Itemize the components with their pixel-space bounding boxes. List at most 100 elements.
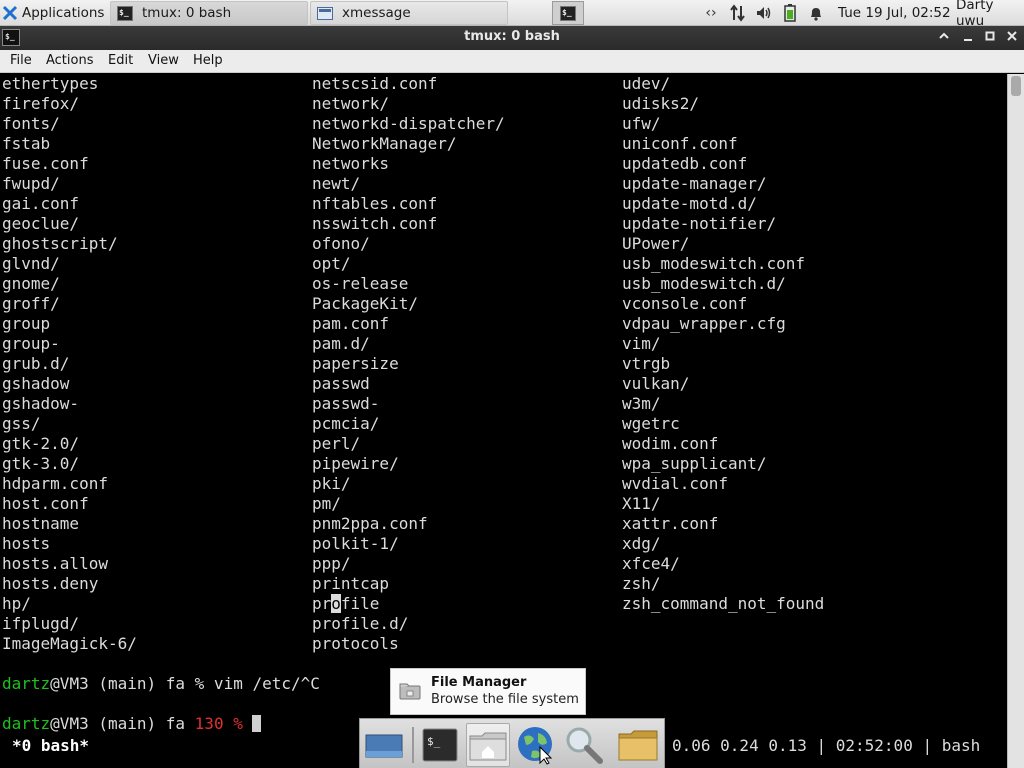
listing-entry: wodim.conf	[622, 434, 719, 453]
listing-entry: pam.d/	[312, 334, 370, 353]
listing-entry: usb_modeswitch.conf	[622, 254, 806, 273]
listing-entry: host.conf	[2, 494, 89, 513]
listing-entry: vim/	[622, 334, 661, 353]
listing-row: gtk-3.0/pipewire/wpa_supplicant/	[0, 454, 1007, 474]
close-icon[interactable]	[1002, 28, 1022, 48]
listing-entry: uniconf.conf	[622, 134, 738, 153]
menu-help[interactable]: Help	[193, 53, 223, 68]
menu-file[interactable]: File	[10, 53, 32, 68]
menu-edit[interactable]: Edit	[108, 53, 133, 68]
listing-row: gnome/os-release usb_modeswitch.d/	[0, 274, 1007, 294]
volume-icon[interactable]	[753, 4, 775, 22]
network-transfer-icon[interactable]: ‹›	[700, 4, 722, 22]
listing-row: geoclue/nsswitch.conf update-notifier/	[0, 214, 1007, 234]
file-manager-icon	[399, 683, 421, 700]
listing-entry: pcmcia/	[312, 414, 380, 433]
listing-row: groff/PackageKit/vconsole.conf	[0, 294, 1007, 314]
globe-icon	[518, 727, 553, 765]
tmux-window-tab[interactable]: *0 bash*	[12, 736, 89, 755]
listing-entry: network/	[312, 94, 390, 113]
menu-actions[interactable]: Actions	[46, 53, 94, 68]
scrollbar-thumb[interactable]	[1011, 76, 1021, 96]
listing-row: grub.d/papersize vtrgb	[0, 354, 1007, 374]
listing-row: gtk-2.0/perl/wodim.conf	[0, 434, 1007, 454]
applications-menu[interactable]: Applications	[0, 0, 108, 26]
minimize-up-icon[interactable]	[934, 28, 954, 48]
terminal-output[interactable]: ethertypes netscsid.conf udev/firefox/netw…	[0, 74, 1007, 768]
listing-row: fwupd/newt/update-manager/	[0, 174, 1007, 194]
listing-entry: w3m/	[622, 394, 661, 413]
updown-arrows-icon[interactable]	[727, 4, 749, 22]
taskbar-xmessage-button[interactable]: xmessage	[310, 1, 508, 25]
listing-row: hosts polkit-1/xdg/	[0, 534, 1007, 554]
listing-entry: pnm2ppa.conf	[312, 514, 428, 533]
battery-icon[interactable]	[781, 4, 799, 22]
listing-entry: opt/	[312, 254, 351, 273]
listing-entry: group-	[2, 334, 60, 353]
dock-web-browser[interactable]	[514, 723, 558, 767]
listing-entry: gai.conf	[2, 194, 80, 213]
dock-terminal[interactable]: $_	[418, 723, 462, 767]
listing-entry: polkit-1/	[312, 534, 399, 553]
svg-text:$_: $_	[427, 735, 441, 748]
listing-entry: nsswitch.conf	[312, 214, 438, 233]
listing-entry: passwd	[312, 374, 370, 393]
dock-show-desktop[interactable]	[362, 723, 406, 767]
listing-row: host.conf pm/X11/	[0, 494, 1007, 514]
dock-files-folder[interactable]	[616, 723, 660, 767]
folder-icon	[618, 730, 658, 761]
listing-entry: pm/	[312, 494, 341, 513]
listing-row: hostname pnm2ppa.conf xattr.conf	[0, 514, 1007, 534]
listing-row: hdparm.conf pki/wvdial.conf	[0, 474, 1007, 494]
listing-row: ImageMagick-6/protocols	[0, 634, 1007, 654]
maximize-icon[interactable]	[980, 28, 1000, 48]
listing-entry: profile	[312, 594, 380, 613]
listing-entry: hostname	[2, 514, 80, 533]
listing-entry: newt/	[312, 174, 361, 193]
listing-entry: udev/	[622, 74, 671, 93]
listing-entry: pki/	[312, 474, 351, 493]
notification-bell-icon[interactable]	[806, 4, 826, 22]
window-titlebar[interactable]: $_ tmux: 0 bash	[0, 26, 1024, 50]
listing-entry: vtrgb	[622, 354, 671, 373]
listing-row: hosts.deny printcap zsh/	[0, 574, 1007, 594]
listing-entry: protocols	[312, 634, 399, 653]
listing-entry: gss/	[2, 414, 41, 433]
listing-entry: vconsole.conf	[622, 294, 748, 313]
user-menu[interactable]: Darty uwu	[956, 0, 1024, 29]
dock-search[interactable]	[562, 723, 606, 767]
listing-entry: networks	[312, 154, 390, 173]
listing-entry: wgetrc	[622, 414, 680, 433]
listing-row: gss/pcmcia/wgetrc	[0, 414, 1007, 434]
listing-entry: usb_modeswitch.d/	[622, 274, 786, 293]
listing-entry: xdg/	[622, 534, 661, 553]
menu-view[interactable]: View	[148, 53, 179, 68]
listing-row: ethertypes netscsid.conf udev/	[0, 74, 1007, 94]
listing-entry: gshadow-	[2, 394, 80, 413]
listing-entry: groff/	[2, 294, 60, 313]
listing-row: fonts/networkd-dispatcher/ufw/	[0, 114, 1007, 134]
listing-entry: ImageMagick-6/	[2, 634, 137, 653]
listing-entry: hdparm.conf	[2, 474, 108, 493]
listing-entry: ifplugd/	[2, 614, 80, 633]
listing-entry: zsh_command_not_found	[622, 594, 825, 613]
listing-entry: os-release	[312, 274, 409, 293]
listing-entry: update-motd.d/	[622, 194, 757, 213]
listing-entry: firefox/	[2, 94, 80, 113]
window-icon	[317, 6, 333, 20]
workspace-switcher[interactable]: $_	[552, 1, 584, 25]
listing-entry: geoclue/	[2, 214, 80, 233]
home-folder-icon	[469, 732, 507, 761]
listing-entry: perl/	[312, 434, 361, 453]
dock-home-folder[interactable]	[466, 723, 510, 767]
terminal-scrollbar[interactable]	[1007, 74, 1024, 768]
listing-entry: xattr.conf	[622, 514, 719, 533]
taskbar-tmux-button[interactable]: $_ tmux: 0 bash	[110, 1, 308, 25]
listing-entry: ethertypes	[2, 74, 99, 93]
clock[interactable]: Tue 19 Jul, 02:52	[838, 0, 951, 26]
listing-row: hosts.allow ppp/xfce4/	[0, 554, 1007, 574]
listing-entry: hosts	[2, 534, 51, 553]
applications-label: Applications	[22, 5, 105, 21]
minimize-icon[interactable]	[958, 28, 978, 48]
listing-entry: nftables.conf	[312, 194, 438, 213]
